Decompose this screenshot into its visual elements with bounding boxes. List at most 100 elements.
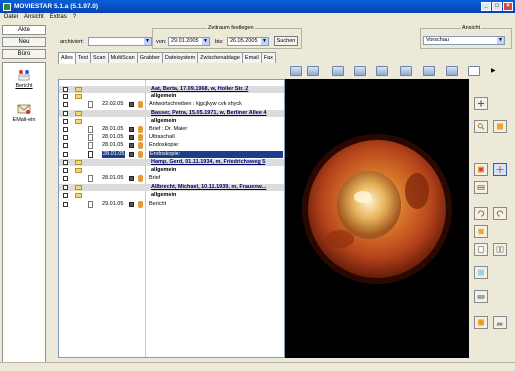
- page-icon[interactable]: [474, 243, 488, 256]
- row-checkbox[interactable]: [63, 111, 68, 116]
- patient-row[interactable]: Allbrecht, Michael, 10.11.1939, m, Fraue…: [59, 184, 284, 191]
- center-icon[interactable]: [493, 163, 507, 176]
- to-label: bis:: [215, 39, 224, 45]
- row-checkbox[interactable]: [63, 193, 68, 198]
- source-tabs: Alles Text Scan MultiScan Grabber Dateis…: [58, 52, 276, 64]
- row-checkbox[interactable]: [63, 168, 68, 173]
- flip-icon[interactable]: [474, 225, 488, 238]
- folder-icon: [75, 168, 82, 173]
- tab-fax[interactable]: Fax: [260, 52, 276, 63]
- tab-multiscan[interactable]: MultiScan: [107, 52, 138, 63]
- doc-type-email-in[interactable]: EMail-ein: [3, 103, 45, 123]
- row-checkbox[interactable]: [63, 102, 68, 107]
- tab-scan[interactable]: Scan: [90, 52, 109, 63]
- camera-icon: [129, 143, 134, 148]
- to-date-field[interactable]: 26.05.2005 ▼: [227, 37, 269, 46]
- image-preview[interactable]: [285, 79, 469, 358]
- nav-button-neu[interactable]: Neu: [2, 37, 46, 47]
- disk-icon[interactable]: [376, 66, 388, 76]
- document-icon: [88, 142, 93, 149]
- user-icon: [138, 126, 143, 133]
- info-icon[interactable]: [474, 316, 488, 329]
- clipboard-icon[interactable]: [332, 66, 344, 76]
- chevron-down-icon: ▼: [497, 37, 504, 44]
- menu-bar: Datei Ansicht Extras ?: [0, 13, 515, 22]
- row-checkbox[interactable]: [63, 143, 68, 148]
- fax-icon[interactable]: [423, 66, 435, 76]
- chevron-down-icon: ▼: [261, 38, 268, 45]
- row-checkbox[interactable]: [63, 94, 68, 99]
- tab-text[interactable]: Text: [74, 52, 92, 63]
- toolbar-more-icon[interactable]: ▶: [491, 67, 496, 74]
- endoscopy-image: [285, 79, 469, 358]
- document-row[interactable]: 28.01.05 Ultraschall: [59, 134, 284, 141]
- menu-extras[interactable]: Extras: [50, 13, 67, 22]
- group-row[interactable]: allgemein: [59, 93, 284, 100]
- tab-dateisystem[interactable]: Dateisystem: [161, 52, 199, 63]
- transfer-icon[interactable]: [307, 66, 319, 76]
- tab-zwischenablage[interactable]: Zwischenablage: [197, 52, 243, 63]
- patient-row[interactable]: Basser, Petra, 15.05.1971, w, Berliner A…: [59, 110, 284, 117]
- camera-icon: [129, 152, 134, 157]
- document-row[interactable]: 22.02.05 Antwortschreiben : kjgcjkyw cvk…: [59, 101, 284, 108]
- row-checkbox[interactable]: [63, 87, 68, 92]
- document-row[interactable]: 28.01.05 Brief: [59, 175, 284, 182]
- row-checkbox[interactable]: [63, 152, 68, 157]
- fit-width-icon[interactable]: [474, 181, 488, 194]
- row-checkbox[interactable]: [63, 202, 68, 207]
- rotate-left-icon[interactable]: [474, 207, 488, 220]
- move-icon[interactable]: [474, 97, 488, 110]
- patient-row[interactable]: Aat, Berta, 17.09.1968, w, Holler Str. 2: [59, 86, 284, 93]
- search-button[interactable]: Suchen: [274, 36, 298, 46]
- rotate-right-icon[interactable]: [493, 207, 507, 220]
- document-icon[interactable]: [468, 66, 480, 76]
- scanner-icon[interactable]: [474, 290, 488, 303]
- nav-button-buero[interactable]: Büro: [2, 49, 46, 59]
- group-row[interactable]: allgemein: [59, 192, 284, 199]
- from-date-field[interactable]: 29.01.2005 ▼: [168, 37, 210, 46]
- tab-email[interactable]: Email: [241, 52, 262, 63]
- tab-grabber[interactable]: Grabber: [136, 52, 163, 63]
- nav-button-akte[interactable]: Akte: [2, 25, 46, 35]
- histogram-icon[interactable]: [493, 316, 507, 329]
- document-row[interactable]: 29.01.05 Bericht: [59, 201, 284, 208]
- two-pages-icon[interactable]: [493, 243, 507, 256]
- user-icon: [138, 142, 143, 149]
- group-row[interactable]: allgemein: [59, 118, 284, 125]
- patient-row[interactable]: Hamp, Gerd, 01.11.1934, m, Friedrichsweg…: [59, 159, 284, 166]
- user-icon: [138, 134, 143, 141]
- document-row[interactable]: 28.01.05 Endoskopie:: [59, 142, 284, 149]
- tab-alles[interactable]: Alles: [58, 52, 76, 64]
- view-select[interactable]: Vorschau ▼: [423, 36, 505, 45]
- group-row[interactable]: allgemein: [59, 167, 284, 174]
- row-checkbox[interactable]: [63, 176, 68, 181]
- maximize-button[interactable]: □: [492, 2, 502, 11]
- image-adjust-icon[interactable]: [474, 266, 488, 279]
- menu-datei[interactable]: Datei: [4, 13, 18, 22]
- zoom-icon[interactable]: [474, 120, 488, 133]
- row-checkbox[interactable]: [63, 160, 68, 165]
- document-icon: [88, 201, 93, 208]
- row-checkbox[interactable]: [63, 185, 68, 190]
- archived-select[interactable]: ▼: [88, 37, 152, 46]
- folder-icon: [75, 94, 82, 99]
- mail-icon[interactable]: [400, 66, 412, 76]
- doc-type-bericht[interactable]: Bericht: [3, 69, 45, 89]
- minimize-button[interactable]: _: [481, 2, 491, 11]
- contrast-icon[interactable]: [474, 163, 488, 176]
- row-checkbox[interactable]: [63, 127, 68, 132]
- document-row-selected[interactable]: 28.01.05 Endoskopie:: [59, 151, 284, 158]
- crop-icon[interactable]: [493, 120, 507, 133]
- user-icon: [138, 201, 143, 208]
- menu-help[interactable]: ?: [73, 13, 76, 22]
- monitor-icon[interactable]: [290, 66, 302, 76]
- close-button[interactable]: ×: [503, 2, 513, 11]
- view-group-label: Ansicht: [461, 25, 482, 31]
- row-checkbox[interactable]: [63, 135, 68, 140]
- save-icon[interactable]: [446, 66, 458, 76]
- scanner-icon[interactable]: [354, 66, 366, 76]
- period-group-label: Zeitraum festlegen: [207, 25, 255, 31]
- menu-ansicht[interactable]: Ansicht: [24, 13, 44, 22]
- row-checkbox[interactable]: [63, 119, 68, 124]
- document-row[interactable]: 28.01.05 Brief : Dr. Maier: [59, 126, 284, 133]
